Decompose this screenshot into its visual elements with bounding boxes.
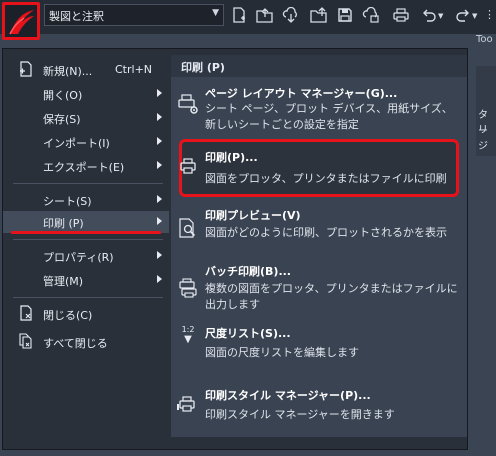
submenu-item-description: 印刷スタイル マネージャーを開きます [205,408,395,421]
chevron-down-icon: ▼ [212,8,219,18]
redo-icon[interactable] [454,7,472,25]
submenu-arrow-icon [157,161,162,169]
save-as-icon[interactable] [310,7,328,25]
new-file-icon[interactable] [230,7,248,25]
redo-dropdown-icon[interactable]: ▼ [472,12,477,20]
submenu-item-description: 複数の図面をプロッタ、プリンタまたはファイルに出力します [205,282,458,311]
submenu-item-title: 印刷スタイル マネージャー(P)... [205,389,371,402]
menu-item-close-all[interactable]: すべて閉じる [3,331,169,353]
menu-item-label: 印刷 (P) [43,217,84,230]
submenu-item-title: 印刷プレビュー(V) [205,209,301,222]
submenu-item-description: 図面がどのように印刷、プロットされるかを表示 [205,226,447,239]
submenu-item-print-preview[interactable]: 印刷プレビュー(V) 図面がどのように印刷、プロットされるかを表示 [171,205,467,249]
print-preview-icon [177,217,199,239]
open-folder-icon[interactable] [256,7,274,25]
scale-list-icon: 1:2 ▼ [181,325,195,345]
batch-print-icon [177,277,199,299]
workspace-dropdown[interactable]: 製図と注釈 ▼ [44,4,224,26]
submenu-arrow-icon [157,195,162,203]
submenu-item-title: ページ レイアウト マネージャー(G)... [205,87,398,100]
menu-item-open[interactable]: 開く(O) [3,83,169,105]
submenu-arrow-icon [157,251,162,259]
submenu-arrow-icon [157,89,162,97]
menu-item-label: 開く(O) [43,89,83,102]
submenu-item-scale-list[interactable]: 1:2 ▼ 尺度リスト(S)... 図面の尺度リストを編集します [171,323,467,365]
submenu-arrow-icon [157,275,162,283]
close-all-icon [17,333,35,351]
submenu-item-description: 図面をプロッタ、プリンタまたはファイルに印刷 [205,172,447,185]
submenu-arrow-icon [157,217,162,225]
undo-icon[interactable] [420,7,438,25]
submenu-item-title: 尺度リスト(S)... [205,327,291,340]
print-submenu: 印刷 (P) ページ レイアウト マネージャー(G)... シート ページ、プロ… [171,55,467,437]
menu-item-label: 保存(S) [43,113,81,126]
submenu-item-description: シート ページ、プロット デバイス、用紙サイズ、新しいシートごとの設定を指定 [205,102,453,131]
menu-item-label: すべて閉じる [43,337,108,350]
menu-item-sheet[interactable]: シート(S) [3,189,169,211]
application-menu: 新規(N)... Ctrl+N 開く(O) 保存(S) インポート(I) エクス… [2,48,468,450]
ribbon-tab-label: Too [476,34,493,45]
application-menu-commands: 新規(N)... Ctrl+N 開く(O) 保存(S) インポート(I) エクス… [3,49,169,449]
close-file-icon [17,305,35,323]
submenu-header: 印刷 (P) [171,55,467,77]
menu-divider [13,297,163,298]
menu-item-label: プロパティ(R) [43,251,114,264]
submenu-item-print[interactable]: 印刷(P)... 図面をプロッタ、プリンタまたはファイルに印刷 [171,143,467,193]
submenu-title: 印刷 (P) [181,61,225,74]
menu-item-shortcut: Ctrl+N [115,63,153,76]
print-icon [177,157,199,179]
submenu-item-page-layout-manager[interactable]: ページ レイアウト マネージャー(G)... シート ページ、プロット デバイス… [171,81,467,137]
submenu-item-description: 図面の尺度リストを編集します [205,346,359,359]
application-menu-button[interactable] [2,2,40,40]
menu-item-close[interactable]: 閉じる(C) [3,303,169,325]
menu-item-export[interactable]: エクスポート(E) [3,155,169,177]
app-logo-icon [9,10,34,35]
submenu-item-batch-print[interactable]: バッチ印刷(B)... 複数の図面をプロッタ、プリンタまたはファイルに出力します [171,261,467,317]
plot-style-icon [177,395,199,417]
cloud-open-icon[interactable] [282,6,300,25]
scale-icon-text: 1:2 [181,325,195,334]
highlight-underline [11,231,161,234]
menu-divider [13,183,163,184]
menu-item-new[interactable]: 新規(N)... Ctrl+N [3,59,169,81]
page-setup-icon [177,93,199,115]
menu-item-label: エクスポート(E) [43,161,125,174]
submenu-arrow-icon [157,113,162,121]
menu-item-properties[interactable]: プロパティ(R) [3,245,169,267]
submenu-item-plot-style-manager[interactable]: 印刷スタイル マネージャー(P)... 印刷スタイル マネージャーを開きます [171,383,467,425]
workspace-label: 製図と注釈 [49,10,104,23]
menu-item-label: 閉じる(C) [43,309,93,322]
submenu-item-title: バッチ印刷(B)... [205,265,291,278]
menu-item-label: 新規(N)... [43,65,93,78]
submenu-arrow-icon [157,137,162,145]
new-file-icon [17,61,35,79]
menu-item-print[interactable]: 印刷 (P) [3,211,169,233]
menu-item-label: 管理(M) [43,275,84,288]
plot-icon[interactable] [392,7,410,25]
menu-item-save[interactable]: 保存(S) [3,107,169,129]
submenu-item-title: 印刷(P)... [205,151,258,164]
undo-dropdown-icon[interactable]: ▼ [438,12,443,20]
ribbon-tab-partial[interactable]: Too [476,34,496,56]
menu-item-label: シート(S) [43,195,92,208]
menu-item-label: インポート(I) [43,137,110,150]
menu-item-import[interactable]: インポート(I) [3,131,169,153]
menu-item-manage[interactable]: 管理(M) [3,269,169,291]
save-icon[interactable] [336,7,354,25]
more-icon[interactable]: ⋮ [484,8,495,21]
ribbon-panel-partial: タリ ージ [476,66,496,156]
cloud-save-icon[interactable] [362,6,380,25]
ribbon-text-2: ージ [478,126,488,152]
menu-divider [13,239,163,240]
